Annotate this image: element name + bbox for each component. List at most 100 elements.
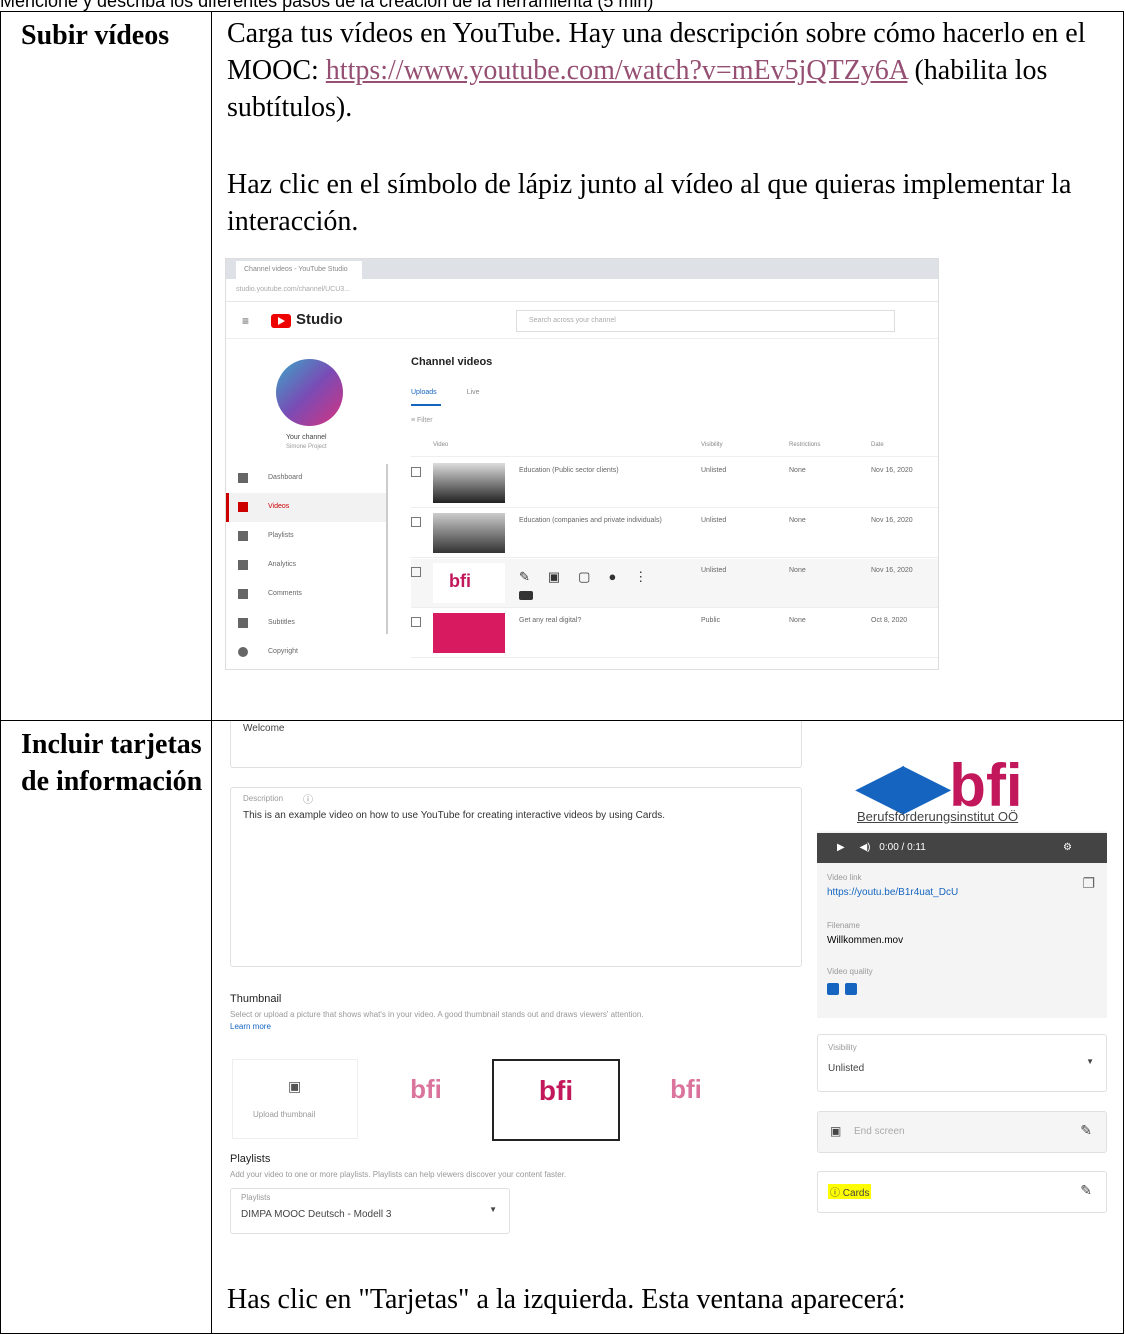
thumbnail-option: bfi [410, 1074, 442, 1104]
col-visibility: Visibility [701, 442, 723, 448]
dropdown-arrow-icon: ▼ [1086, 1057, 1094, 1066]
studio-search: Search across your channel [516, 310, 895, 332]
col-video: Video [433, 442, 449, 448]
cards-instructions: Has clic en "Tarjetas" a la izquierda. E… [227, 1284, 906, 1315]
table-row: Incluir tarjetas de información Welcome … [0, 720, 1124, 1334]
thumbnail-option: bfi [670, 1074, 702, 1104]
video-info-panel: Video link https://youtu.be/B1r4uat_DcU … [817, 863, 1107, 1018]
sidebar-item-analytics: Analytics [226, 551, 386, 580]
tab-uploads: Uploads [411, 389, 437, 396]
table-row: Subir vídeos Carga tus vídeos en YouTube… [0, 11, 1124, 721]
sidebar-item-videos: Videos [226, 493, 386, 522]
thumbnail-help: Select or upload a picture that shows wh… [230, 1010, 644, 1019]
video-thumbnail [433, 613, 505, 653]
playlists-heading: Playlists [230, 1153, 271, 1165]
cards-row: ⓘ Cards ✎ [817, 1171, 1107, 1213]
step-content-cell: Carga tus vídeos en YouTube. Hay una des… [211, 11, 1124, 721]
menu-icon: ≡ [242, 314, 250, 328]
add-photo-icon: ▣ [288, 1078, 302, 1094]
tab-live: Live [466, 389, 480, 396]
thumbnail-heading: Thumbnail [230, 993, 282, 1005]
playlists-select: Playlists DIMPA MOOC Deutsch - Modell 3 … [230, 1188, 510, 1234]
steps-table: Subir vídeos Carga tus vídeos en YouTube… [0, 11, 1124, 1334]
pencil-icon: ✎ [1080, 1122, 1092, 1138]
volume-icon: ◀) [859, 842, 871, 853]
description-field: Description ⓘ This is an example video o… [230, 787, 802, 967]
table-row: Education (Public sector clients) Unlist… [411, 459, 938, 508]
channel-name: Your channel [286, 434, 327, 441]
channel-avatar [276, 359, 343, 426]
col-restrictions: Restrictions [789, 442, 821, 448]
sidebar-item-subtitles: Subtitles [226, 609, 386, 638]
video-table-header: Video Visibility Restrictions Date [411, 442, 938, 457]
sidebar-item-playlists: Playlists [226, 522, 386, 551]
playlists-icon [238, 531, 248, 541]
sidebar-item-dashboard: Dashboard [226, 464, 386, 493]
video-thumbnail: bfi [433, 563, 505, 603]
copy-icon: ❐ [1082, 875, 1095, 891]
subtitles-icon [238, 618, 248, 628]
visibility-select: Visibility Unlisted ▼ [817, 1034, 1107, 1092]
row-checkbox [411, 567, 421, 577]
bfi-caption: Berufsförderungsinstitut OÖ [857, 809, 1019, 824]
browser-tab-bar: Channel videos - YouTube Studio [226, 259, 938, 279]
pencil-icon: ✎▣▢●⋮ [519, 569, 666, 584]
thumbnail-option-selected: bfi [492, 1059, 620, 1141]
quality-badges [827, 983, 839, 995]
browser-tab: Channel videos - YouTube Studio [236, 261, 362, 279]
end-screen-icon: ▣ [830, 1124, 842, 1138]
sidebar-item-comments: Comments [226, 580, 386, 609]
step-label: Subir vídeos [21, 20, 170, 51]
studio-header: ≡ Studio Search across your channel [226, 302, 938, 339]
video-thumbnail [433, 463, 505, 503]
youtube-logo-icon [271, 314, 291, 328]
dropdown-arrow-icon: ▼ [489, 1205, 497, 1214]
video-link: https://youtu.be/B1r4uat_DcU [827, 887, 959, 898]
player-controls: ▶ ◀) 0:00 / 0:11 ⚙ [817, 833, 1107, 863]
help-icon: ⓘ [303, 795, 313, 806]
filter-label: ≡ Filter [411, 417, 433, 424]
studio-logo-text: Studio [296, 311, 343, 328]
settings-icon: ⚙ [1063, 842, 1072, 853]
row-checkbox [411, 617, 421, 627]
table-row: Get any real digital? Public None Oct 8,… [411, 609, 938, 658]
youtube-studio-screenshot: Channel videos - YouTube Studio studio.y… [225, 258, 939, 670]
col-date: Date [871, 442, 884, 448]
analytics-icon [238, 560, 248, 570]
video-details-screenshot: Welcome Description ⓘ This is an example… [212, 721, 1120, 1276]
cards-label: ⓘ Cards [828, 1184, 872, 1199]
table-row: bfi ✎▣▢●⋮ Unlisted None Nov 16, 2020 [411, 559, 938, 608]
table-row: Education (companies and private individ… [411, 509, 938, 558]
step-label-cell: Incluir tarjetas de información [0, 720, 212, 1334]
row-checkbox [411, 467, 421, 477]
uploads-tabs: Uploads Live [411, 389, 480, 396]
sidebar-scrollbar [386, 464, 388, 634]
player-time: 0:00 / 0:11 [879, 842, 926, 853]
pencil-instructions: Haz clic en el símbolo de lápiz junto al… [227, 169, 1072, 237]
play-icon: ▶ [837, 842, 845, 853]
step-content-cell: Welcome Description ⓘ This is an example… [211, 720, 1124, 1334]
playlists-help: Add your video to one or more playlists.… [230, 1170, 567, 1179]
sidebar-item-copyright: Copyright [226, 638, 386, 667]
step-label-cell: Subir vídeos [0, 11, 212, 721]
info-icon: ⓘ [830, 1188, 840, 1199]
filename-value: Willkommen.mov [827, 935, 904, 946]
pencil-icon: ✎ [1080, 1182, 1092, 1198]
page-top-text: Mencione y describa los diferentes pasos… [0, 0, 654, 11]
tab-underline [411, 404, 441, 406]
copyright-icon [238, 647, 248, 657]
dashboard-icon [238, 473, 248, 483]
channel-videos-title: Channel videos [411, 356, 493, 368]
upload-thumbnail-button: ▣ Upload thumbnail [232, 1059, 358, 1139]
title-field: Welcome [230, 721, 802, 768]
upload-instructions: Carga tus vídeos en YouTube. Hay una des… [212, 12, 1123, 126]
row-checkbox [411, 517, 421, 527]
video-thumbnail [433, 513, 505, 553]
channel-sub: Simone Project [286, 444, 327, 450]
description-text: This is an example video on how to use Y… [243, 810, 666, 821]
comments-icon [238, 589, 248, 599]
end-screen-row: ▣ End screen ✎ [817, 1111, 1107, 1153]
videos-icon [238, 502, 248, 512]
studio-sidebar: Dashboard Videos Playlists Analytics Com… [226, 464, 386, 667]
mooc-link[interactable]: https://www.youtube.com/watch?v=mEv5jQTZ… [326, 55, 908, 86]
